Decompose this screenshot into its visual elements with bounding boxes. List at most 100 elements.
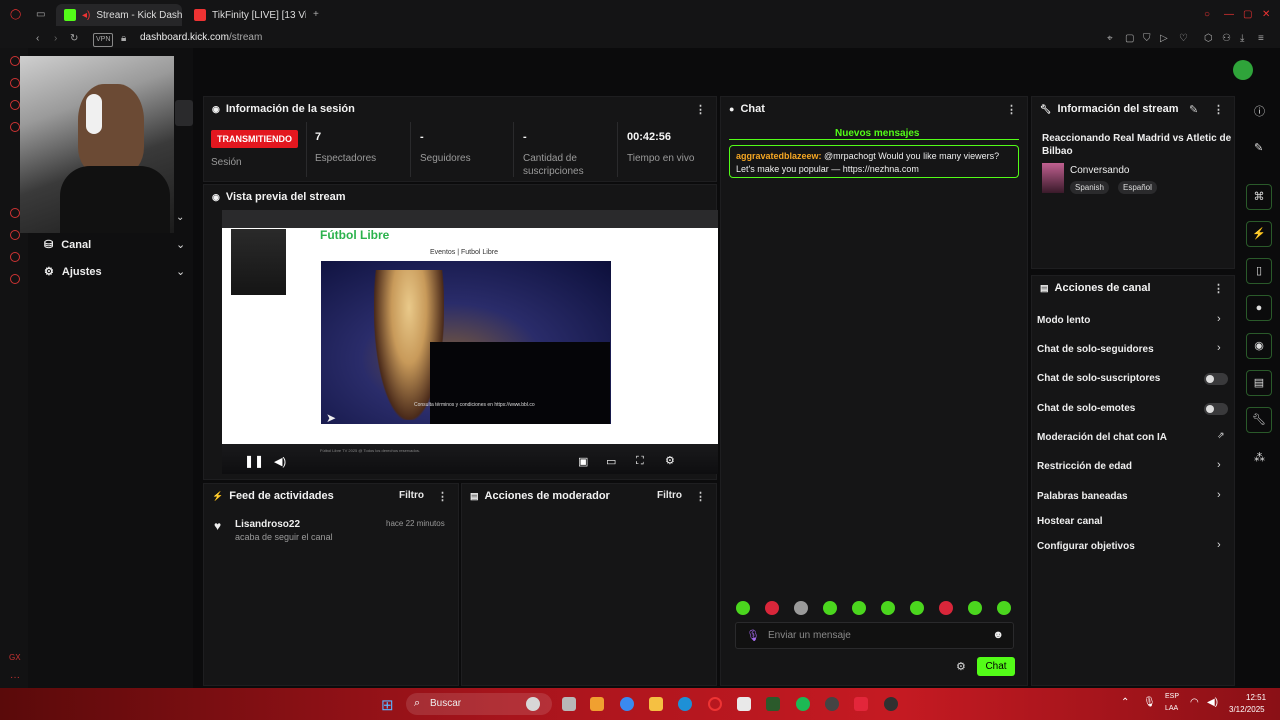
activity-user[interactable]: Lisandroso22 [235, 519, 300, 530]
tab-kick-dashboard[interactable]: ◂) Stream - Kick Dashbo [56, 4, 182, 26]
external-link-icon[interactable]: ⇗ [1217, 430, 1225, 441]
spotify-icon[interactable] [796, 697, 810, 711]
shield-icon[interactable]: ⛉ [1143, 33, 1151, 45]
taskbar-app-icon[interactable] [590, 697, 604, 711]
chat-settings-icon[interactable]: ⚙ [956, 660, 966, 673]
action-followers-only[interactable]: Chat de solo-seguidores [1037, 344, 1154, 355]
youtube-icon[interactable] [10, 122, 20, 132]
forward-icon[interactable]: › [54, 33, 57, 45]
more-icon[interactable]: ··· [10, 672, 20, 684]
vpn-badge[interactable]: VPN [93, 33, 114, 47]
back-icon[interactable]: ‹ [36, 33, 39, 45]
action-set-goals[interactable]: Configurar objetivos [1037, 541, 1135, 552]
emotes-only-toggle[interactable] [1204, 403, 1228, 415]
pip-icon[interactable]: ▣ [578, 455, 588, 468]
tag-pill[interactable]: Spanish [1070, 181, 1109, 194]
rail-document-button[interactable]: ▯ [1246, 258, 1272, 284]
more-options-icon[interactable]: ⋮ [1213, 103, 1224, 116]
pencil-icon[interactable]: ✎ [1254, 141, 1263, 154]
emote-icon[interactable] [852, 601, 866, 615]
microphone-icon[interactable]: 🎙︎ [1143, 697, 1156, 708]
subscribers-only-toggle[interactable] [1204, 373, 1228, 385]
taskbar-app-icon[interactable] [562, 697, 576, 711]
category-name[interactable]: Conversando [1070, 165, 1129, 176]
rail-list-button[interactable]: ▤ [1246, 370, 1272, 396]
chevron-up-icon[interactable]: ⌃ [1121, 697, 1129, 708]
menu-icon[interactable]: ≡ [1258, 33, 1264, 45]
edit-icon[interactable]: ✎ [1189, 103, 1198, 116]
rail-wrench-button[interactable]: 🔧︎ [1246, 407, 1272, 433]
opera-logo-icon[interactable]: ◯ [10, 9, 21, 21]
chevron-right-icon[interactable]: › [1217, 313, 1221, 325]
emote-icon[interactable] [794, 601, 808, 615]
emote-icon[interactable] [823, 601, 837, 615]
history-icon[interactable] [10, 208, 20, 218]
action-host-channel[interactable]: Hostear canal [1037, 516, 1103, 527]
theater-icon[interactable]: ▭ [606, 455, 616, 468]
chevron-right-icon[interactable]: › [1217, 539, 1221, 551]
new-tab-icon[interactable]: + [313, 9, 319, 21]
gx-icon[interactable]: GX [9, 652, 21, 664]
info-icon[interactable]: ⓘ [1254, 103, 1265, 119]
more-options-icon[interactable]: ⋮ [1213, 282, 1224, 295]
rail-chat-button[interactable]: ● [1246, 295, 1272, 321]
clock-time[interactable]: 12:51 [1246, 693, 1266, 702]
tab-tikfinity[interactable]: TikFinity [LIVE] [13 Viewe [186, 4, 306, 26]
file-explorer-icon[interactable] [649, 697, 663, 711]
action-banned-words[interactable]: Palabras baneadas [1037, 491, 1128, 502]
more-options-icon[interactable]: ⋮ [695, 490, 706, 503]
chevron-right-icon[interactable]: › [1217, 459, 1221, 471]
emote-icon[interactable] [939, 601, 953, 615]
moderator-filter-button[interactable]: Filtro [657, 490, 682, 501]
profile-icon[interactable]: ⚇ [1222, 33, 1231, 45]
download-icon[interactable]: ⤓ [1240, 33, 1244, 45]
chevron-down-icon[interactable]: ⌄ [176, 212, 184, 223]
close-window-icon[interactable]: ✕ [1262, 9, 1270, 21]
audio-icon[interactable]: ◂) [82, 10, 90, 21]
emote-icon[interactable] [968, 601, 982, 615]
taskbar-app-icon[interactable] [620, 697, 634, 711]
settings-icon[interactable]: ⚙ [665, 454, 675, 467]
chevron-right-icon[interactable]: › [1217, 342, 1221, 354]
emote-icon[interactable] [910, 601, 924, 615]
messenger-icon[interactable] [10, 56, 20, 66]
share-icon[interactable]: ⁂ [1254, 451, 1265, 464]
heart-icon[interactable]: ♡ [1179, 33, 1188, 45]
search-tabs-icon[interactable]: ○ [1204, 9, 1210, 21]
rail-broadcast-button[interactable]: ◉ [1246, 333, 1272, 359]
clock-icon[interactable] [10, 230, 20, 240]
reload-icon[interactable]: ↻ [70, 33, 78, 45]
taskbar-app-icon[interactable] [526, 697, 540, 711]
emoji-icon[interactable]: ☻ [992, 629, 1004, 641]
chevron-down-icon[interactable]: ⌄ [176, 238, 185, 251]
emote-icon[interactable] [881, 601, 895, 615]
chat-input[interactable]: 🎙︎ Enviar un mensaje ☻ [735, 622, 1014, 649]
rail-mod-button[interactable]: ⌘ [1246, 184, 1272, 210]
settings-icon[interactable] [10, 274, 20, 284]
volume-icon[interactable]: ◀) [274, 455, 286, 468]
pinboard-icon[interactable] [10, 252, 20, 262]
taskbar-app-icon[interactable] [825, 697, 839, 711]
rail-bolt-button[interactable]: ⚡ [1246, 221, 1272, 247]
pause-icon[interactable]: ❚❚ [244, 454, 264, 468]
instagram-icon[interactable] [10, 100, 20, 110]
chat-username[interactable]: aggravatedblazeew: [736, 151, 822, 161]
action-slow-mode[interactable]: Modo lento [1037, 315, 1090, 326]
whatsapp-icon[interactable] [10, 78, 20, 88]
edge-icon[interactable] [678, 697, 692, 711]
obs-icon[interactable] [884, 697, 898, 711]
emote-icon[interactable] [997, 601, 1011, 615]
chevron-down-icon[interactable]: ⌄ [176, 265, 185, 278]
sidebar-item-canal[interactable]: ⛁ Canal [44, 238, 91, 252]
play-icon[interactable]: ▷ [1160, 33, 1168, 45]
nav-collapse-button[interactable] [175, 100, 193, 126]
activity-filter-button[interactable]: Filtro [399, 490, 424, 501]
avatar[interactable] [1233, 60, 1253, 80]
windows-start-icon[interactable]: ⊞ [381, 696, 394, 714]
tiktok-icon[interactable] [854, 697, 868, 711]
url-field[interactable]: dashboard.kick.com/stream [140, 32, 262, 43]
tab-overview-icon[interactable]: ▭ [36, 9, 45, 21]
sidebar-item-ajustes[interactable]: ⚙ Ajustes [44, 265, 102, 279]
wifi-icon[interactable]: ◠ [1190, 697, 1199, 708]
minimize-icon[interactable]: — [1224, 9, 1234, 21]
